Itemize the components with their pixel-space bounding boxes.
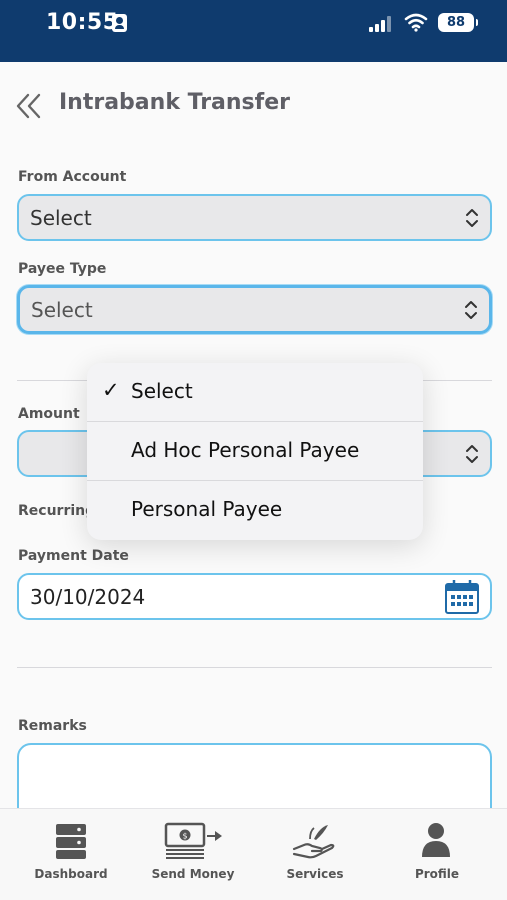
payment-date-field[interactable]: 30/10/2024	[17, 573, 492, 620]
amount-label: Amount	[18, 406, 80, 422]
calendar-icon[interactable]	[444, 579, 480, 615]
tab-services[interactable]: Services	[252, 809, 378, 900]
checkmark-icon: ✓	[102, 378, 120, 402]
page-title: Intrabank Transfer	[59, 90, 290, 115]
payee-type-label: Payee Type	[18, 261, 107, 277]
dropdown-option-ad-hoc-personal-payee[interactable]: Ad Hoc Personal Payee	[87, 422, 423, 481]
payee-type-value: Select	[31, 298, 93, 322]
dropdown-option-label: Personal Payee	[131, 497, 283, 521]
recurring-label: Recurring	[18, 503, 96, 519]
from-account-select[interactable]: Select	[17, 194, 492, 241]
select-updown-chevron-icon	[465, 301, 477, 319]
tab-profile[interactable]: Profile	[374, 809, 500, 900]
svg-text:$: $	[182, 832, 187, 841]
payee-type-select[interactable]: Select	[17, 285, 492, 334]
payee-type-dropdown-menu: ✓ Select Ad Hoc Personal Payee Personal …	[87, 363, 423, 540]
dashboard-icon	[56, 824, 86, 859]
from-account-value: Select	[30, 206, 92, 230]
battery-level: 88	[446, 15, 466, 30]
tab-label: Dashboard	[34, 867, 108, 881]
select-updown-chevron-icon	[466, 209, 478, 227]
bottom-tab-bar: Dashboard $ Send Money Services Profile	[0, 808, 507, 900]
back-double-chevron-icon[interactable]	[14, 92, 46, 120]
cellular-signal-icon	[369, 16, 393, 32]
tab-label: Send Money	[151, 867, 235, 881]
status-time: 10:55	[46, 10, 119, 35]
section-divider	[17, 667, 492, 668]
payment-date-label: Payment Date	[18, 548, 129, 564]
battery-icon: 88	[438, 13, 478, 32]
payment-date-value: 30/10/2024	[30, 585, 146, 609]
services-icon	[292, 825, 335, 859]
dropdown-option-select[interactable]: ✓ Select	[87, 363, 423, 422]
select-updown-chevron-icon	[466, 445, 478, 463]
wifi-icon	[404, 13, 428, 32]
tab-label: Profile	[414, 867, 460, 881]
tab-dashboard[interactable]: Dashboard	[8, 809, 134, 900]
remarks-label: Remarks	[18, 718, 87, 734]
status-bar: 10:55 88	[0, 0, 507, 62]
dropdown-option-label: Ad Hoc Personal Payee	[131, 438, 360, 462]
from-account-label: From Account	[18, 169, 127, 185]
contact-card-icon	[112, 14, 127, 32]
dropdown-option-personal-payee[interactable]: Personal Payee	[87, 481, 423, 540]
tab-send-money[interactable]: $ Send Money	[130, 809, 256, 900]
send-money-icon: $	[164, 822, 222, 859]
dropdown-option-label: Select	[131, 379, 193, 403]
profile-icon	[422, 823, 450, 857]
tab-label: Services	[286, 867, 344, 881]
